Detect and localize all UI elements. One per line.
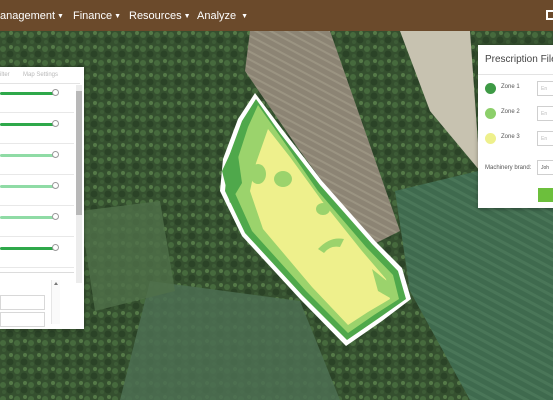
machinery-brand-label: Machinery brand:	[485, 165, 532, 171]
text-field[interactable]	[0, 295, 45, 310]
nav-analyze-menu[interactable]: Analyze ▼	[197, 0, 248, 31]
top-nav: anagement ▼ Finance ▼ Resources ▼ Analyze ▼	[0, 0, 553, 31]
zone-1-rate-input[interactable]: En	[537, 81, 553, 96]
slider-handle[interactable]	[52, 120, 59, 127]
slider-handle[interactable]	[52, 151, 59, 158]
divider	[0, 83, 80, 84]
zone-2-swatch	[485, 108, 496, 119]
nav-resources-menu[interactable]: Resources ▼	[129, 0, 191, 31]
scrollbar-thumb[interactable]	[76, 91, 82, 215]
slider-track[interactable]	[0, 216, 54, 219]
slider-track[interactable]	[0, 154, 54, 157]
slider-row	[0, 117, 74, 144]
zone-2-label: Zone 2	[501, 109, 520, 115]
nav-management-label: anagement	[0, 10, 56, 22]
list-scrollbar[interactable]	[51, 280, 60, 324]
zone-2-patch	[274, 171, 292, 187]
calendar-icon[interactable]	[546, 10, 553, 20]
slider-row	[0, 179, 74, 206]
slider-row	[0, 241, 74, 268]
slider-track[interactable]	[0, 92, 54, 95]
zone-3-swatch	[485, 133, 496, 144]
generate-file-button[interactable]	[538, 188, 553, 202]
caret-down-icon: ▼	[57, 13, 64, 20]
caret-down-icon: ▼	[114, 13, 122, 20]
nav-management-menu[interactable]: anagement ▼	[0, 0, 64, 31]
divider	[478, 74, 553, 75]
slider-row	[0, 210, 74, 237]
nav-analyze-label: Analyze	[197, 10, 237, 22]
panel-title: Prescription File	[485, 54, 553, 65]
tab-filter[interactable]: ilter	[0, 72, 10, 78]
text-field[interactable]	[0, 312, 45, 327]
zone-row-3: Zone 3 En	[478, 131, 553, 149]
slider-handle[interactable]	[52, 89, 59, 96]
divider	[0, 272, 74, 273]
machinery-brand-select[interactable]: Joh	[537, 160, 553, 175]
zone-3-label: Zone 3	[501, 134, 520, 140]
nav-finance-menu[interactable]: Finance ▼	[73, 0, 121, 31]
nav-finance-label: Finance	[73, 10, 113, 22]
zone-2-patch	[316, 203, 330, 215]
scroll-up-icon[interactable]	[54, 282, 58, 285]
slider-track[interactable]	[0, 123, 54, 126]
slider-track[interactable]	[0, 185, 54, 188]
zone-row-1: Zone 1 En	[478, 81, 553, 99]
slider-handle[interactable]	[52, 244, 59, 251]
caret-down-icon: ▼	[241, 13, 249, 20]
zone-1-swatch	[485, 83, 496, 94]
slider-row	[0, 148, 74, 175]
zone-2-rate-input[interactable]: En	[537, 106, 553, 121]
filter-panel: ilter Map Settings	[0, 67, 84, 329]
zone-2-patch	[250, 164, 266, 184]
slider-row	[0, 86, 74, 113]
prescription-panel: Prescription File Zone 1 En Zone 2 En Zo…	[478, 45, 553, 208]
clearing	[80, 201, 175, 311]
zone-3-rate-input[interactable]: En	[537, 131, 553, 146]
slider-track[interactable]	[0, 247, 54, 250]
slider-handle[interactable]	[52, 213, 59, 220]
slider-handle[interactable]	[52, 182, 59, 189]
zone-row-2: Zone 2 En	[478, 106, 553, 124]
caret-down-icon: ▼	[183, 13, 191, 20]
zone-1-label: Zone 1	[501, 84, 520, 90]
nav-resources-label: Resources	[129, 10, 182, 22]
tab-map-settings[interactable]: Map Settings	[23, 72, 58, 78]
